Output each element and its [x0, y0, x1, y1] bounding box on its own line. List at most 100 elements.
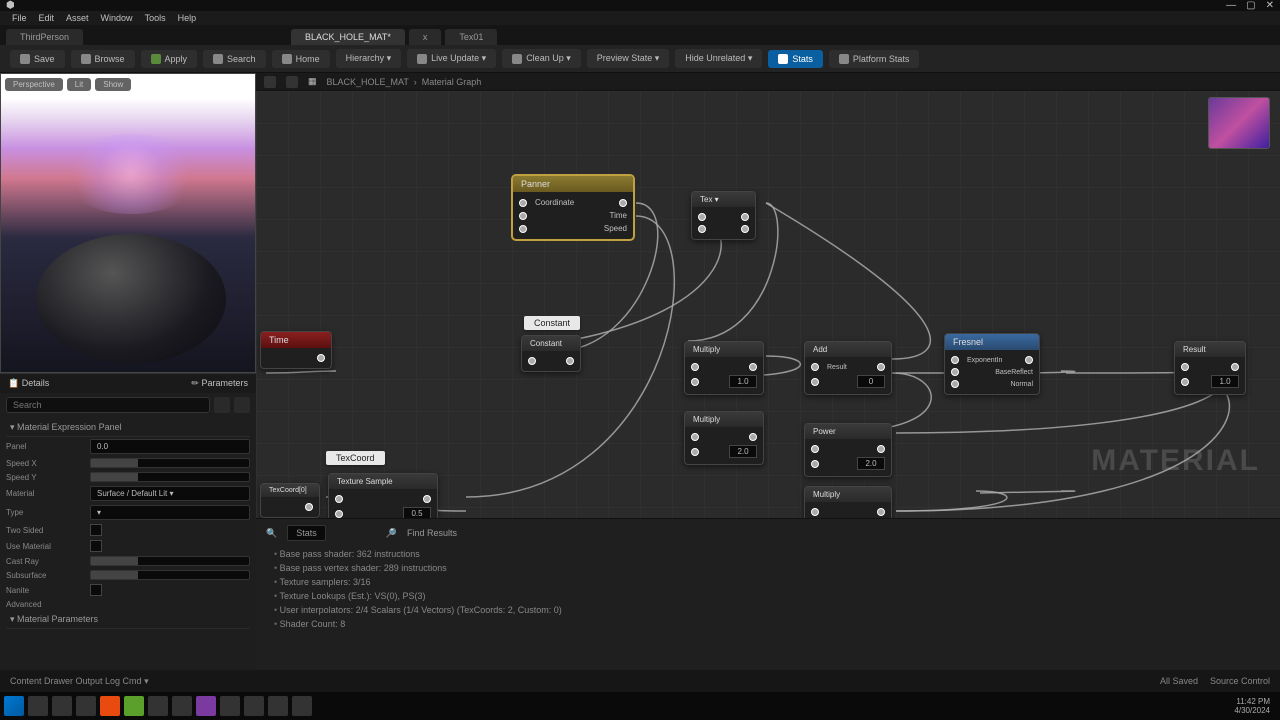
tab-thirdperson[interactable]: ThirdPerson: [6, 29, 83, 45]
pin-out[interactable]: [877, 508, 885, 516]
node-fresnel[interactable]: Fresnel ExponentIn BaseReflect Normal: [944, 333, 1040, 395]
prop-material-dropdown[interactable]: Surface / Default Lit ▾: [90, 486, 250, 501]
prop-nanite-checkbox[interactable]: [90, 584, 102, 596]
details-filter-icon[interactable]: [214, 397, 230, 413]
cleanup-dropdown[interactable]: Clean Up ▾: [502, 49, 581, 68]
prop-speedy-slider[interactable]: [90, 472, 250, 482]
start-button[interactable]: [4, 696, 24, 716]
node-add1[interactable]: Add Result 0: [804, 341, 892, 395]
search-button[interactable]: Search: [203, 50, 266, 68]
minimize-icon[interactable]: —: [1226, 0, 1236, 11]
pin-in[interactable]: [691, 378, 699, 386]
taskbar-app-icon[interactable]: [76, 696, 96, 716]
node-texsample1[interactable]: Tex ▾: [691, 191, 756, 240]
tab-material[interactable]: BLACK_HOLE_MAT*: [291, 29, 405, 45]
menu-window[interactable]: Window: [97, 13, 137, 23]
details-search-input[interactable]: [6, 397, 210, 413]
pin-in[interactable]: [951, 368, 959, 376]
pin-in[interactable]: [335, 510, 343, 518]
tab-texture[interactable]: Tex01: [445, 29, 497, 45]
pin-out[interactable]: [1025, 356, 1033, 364]
node-value[interactable]: 1.0: [1211, 375, 1239, 388]
pin-out[interactable]: [877, 445, 885, 453]
node-header[interactable]: Multiply: [685, 412, 763, 427]
pin-out[interactable]: [317, 354, 325, 362]
details-panel[interactable]: ▾ Material Expression Panel Panel0.0 Spe…: [0, 417, 256, 678]
node-graph-canvas[interactable]: MATERIAL: [256, 91, 1280, 518]
node-header[interactable]: TexCoord[0]: [261, 484, 319, 497]
pin-in[interactable]: [691, 433, 699, 441]
taskbar-app-icon[interactable]: [292, 696, 312, 716]
node-multiply3[interactable]: Multiply 0.5: [804, 486, 892, 518]
pin-in[interactable]: [1181, 378, 1189, 386]
save-button[interactable]: Save: [10, 50, 65, 68]
pin-in[interactable]: [528, 357, 536, 365]
pin-in[interactable]: [811, 363, 819, 371]
close-icon[interactable]: ✕: [1266, 0, 1274, 11]
breadcrumb[interactable]: BLACK_HOLE_MAT › Material Graph: [327, 77, 482, 87]
pin-out[interactable]: [423, 495, 431, 503]
tab-details[interactable]: 📋 Details: [8, 378, 49, 389]
taskbar-app-icon[interactable]: [220, 696, 240, 716]
platformstats-button[interactable]: Platform Stats: [829, 50, 920, 68]
stats-search-icon[interactable]: 🔍: [266, 528, 277, 539]
section-material-expression[interactable]: ▾ Material Expression Panel: [6, 419, 250, 437]
node-time[interactable]: Time: [260, 331, 332, 369]
preview-perspective[interactable]: Perspective: [5, 78, 63, 91]
taskbar-app-icon[interactable]: [148, 696, 168, 716]
node-header[interactable]: Add: [805, 342, 891, 357]
taskbar-app-icon[interactable]: [124, 696, 144, 716]
menu-file[interactable]: File: [8, 13, 31, 23]
pin-in[interactable]: [811, 378, 819, 386]
node-header[interactable]: Result: [1175, 342, 1245, 357]
node-header[interactable]: Tex ▾: [692, 192, 755, 207]
prop-speedx-slider[interactable]: [90, 458, 250, 468]
node-output[interactable]: Result 1.0: [1174, 341, 1246, 395]
menu-tools[interactable]: Tools: [141, 13, 170, 23]
pin-out[interactable]: [741, 213, 749, 221]
menu-edit[interactable]: Edit: [35, 13, 59, 23]
pin-in[interactable]: [811, 460, 819, 468]
node-header[interactable]: Power: [805, 424, 891, 439]
hideunrelated-dropdown[interactable]: Hide Unrelated ▾: [675, 49, 762, 68]
node-header[interactable]: Panner: [513, 176, 633, 192]
node-value[interactable]: 2.0: [729, 445, 757, 458]
taskbar-app-icon[interactable]: [244, 696, 264, 716]
home-button[interactable]: Home: [272, 50, 330, 68]
nav-forward-icon[interactable]: [286, 76, 298, 88]
pin-in[interactable]: [691, 448, 699, 456]
node-value[interactable]: 2.0: [857, 457, 885, 470]
tab-parameters[interactable]: ✏ Parameters: [191, 378, 248, 389]
pin-in[interactable]: [519, 199, 527, 207]
comment-constant[interactable]: Constant: [524, 316, 580, 330]
node-value[interactable]: 1.0: [729, 375, 757, 388]
node-header[interactable]: Multiply: [685, 342, 763, 357]
pin-out[interactable]: [749, 433, 757, 441]
taskbar-app-icon[interactable]: [172, 696, 192, 716]
prop-twosided-checkbox[interactable]: [90, 524, 102, 536]
pin-out[interactable]: [305, 503, 313, 511]
node-texsample2[interactable]: Texture Sample 0.5: [328, 473, 438, 518]
find-results-icon[interactable]: 🔎: [386, 528, 397, 539]
taskbar-app-icon[interactable]: [100, 696, 120, 716]
tab-close[interactable]: x: [409, 29, 442, 45]
pin-in[interactable]: [811, 445, 819, 453]
node-panner[interactable]: Panner Coordinate Time Speed: [512, 175, 634, 240]
menu-help[interactable]: Help: [174, 13, 201, 23]
node-header[interactable]: Constant: [522, 336, 580, 351]
pin-in[interactable]: [519, 212, 527, 220]
pin-out[interactable]: [749, 363, 757, 371]
prop-castray-slider[interactable]: [90, 556, 250, 566]
comment-texcoord[interactable]: TexCoord: [326, 451, 385, 465]
pin-out[interactable]: [619, 199, 627, 207]
preview-lit[interactable]: Lit: [67, 78, 91, 91]
pin-out[interactable]: [1231, 363, 1239, 371]
pin-in[interactable]: [691, 363, 699, 371]
prop-panel-value[interactable]: 0.0: [90, 439, 250, 454]
menu-asset[interactable]: Asset: [62, 13, 93, 23]
node-header[interactable]: Time: [261, 332, 331, 348]
taskbar-clock[interactable]: 11:42 PM 4/30/2024: [1234, 697, 1276, 715]
source-control-button[interactable]: Source Control: [1210, 676, 1270, 686]
node-power[interactable]: Power 2.0: [804, 423, 892, 477]
section-material-parameters[interactable]: ▾ Material Parameters: [6, 611, 250, 629]
